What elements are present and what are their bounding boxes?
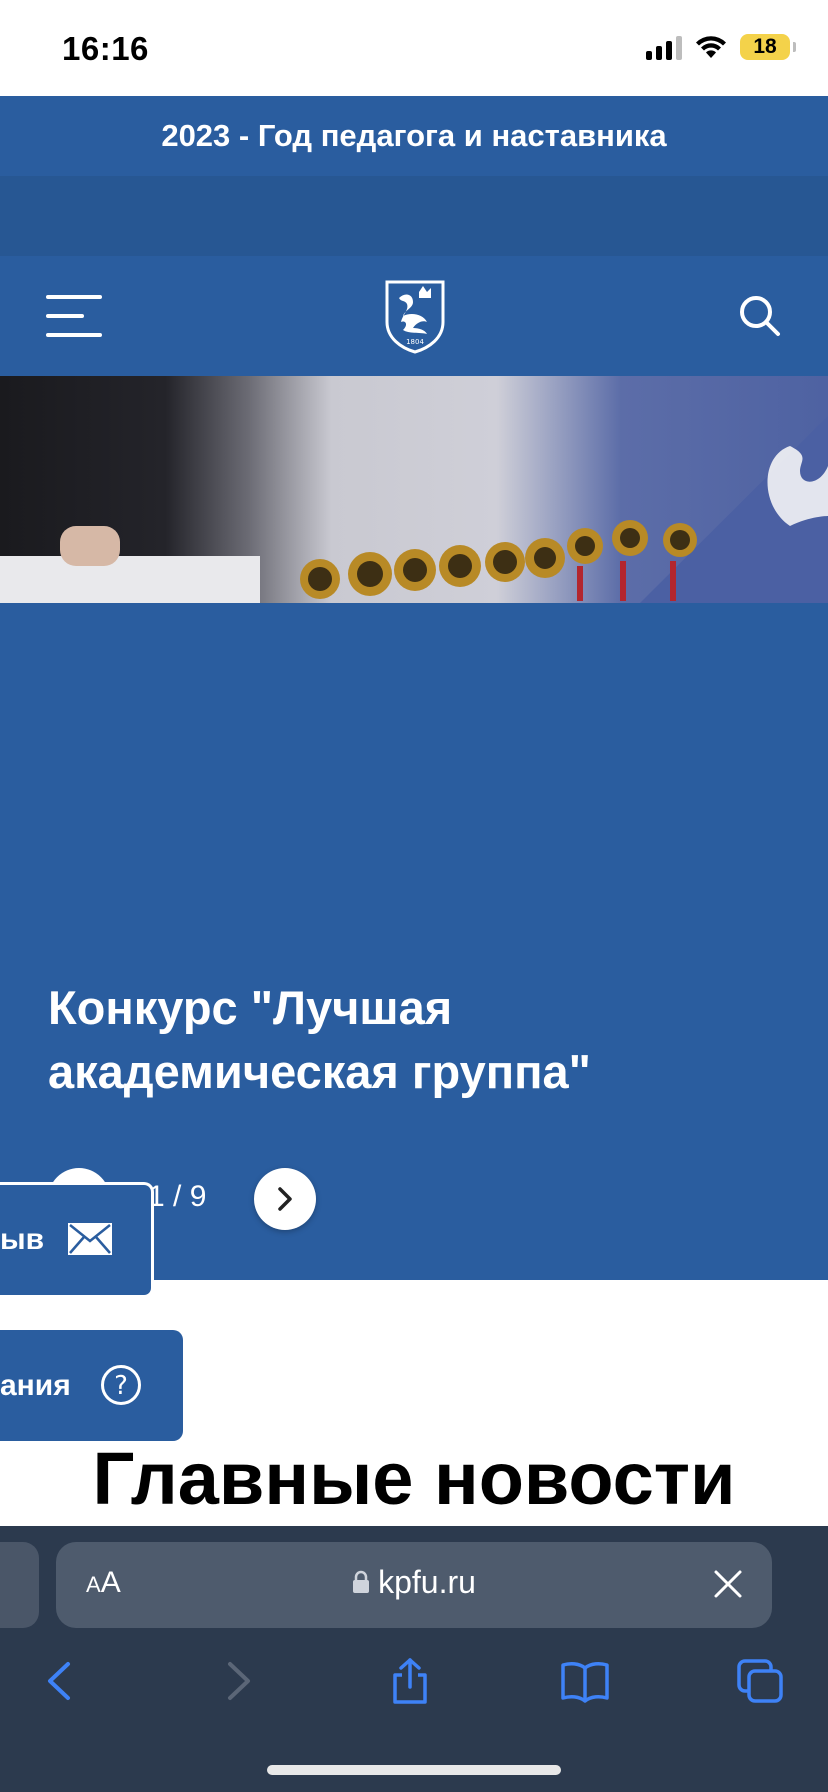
back-icon[interactable] [36, 1658, 86, 1704]
svg-text:?: ? [114, 1371, 128, 1401]
status-bar: 16:16 18 [0, 0, 828, 96]
site-header: 1804 [0, 256, 828, 376]
hero-panel [0, 603, 828, 1280]
close-icon[interactable] [712, 1568, 744, 1600]
wifi-icon [696, 36, 726, 58]
search-icon[interactable] [736, 292, 784, 340]
faq-tab[interactable]: ания ? [0, 1330, 183, 1441]
hamburger-menu-icon[interactable] [46, 295, 102, 337]
home-indicator [267, 1765, 561, 1775]
status-icons: 18 [646, 34, 796, 60]
feedback-tab-label: ыв [0, 1223, 45, 1256]
tabs-icon[interactable] [736, 1658, 786, 1704]
status-time: 16:16 [62, 30, 149, 67]
slide-counter: 1 / 9 [148, 1180, 207, 1213]
faq-tab-label: ания [0, 1368, 71, 1402]
url-text: kpfu.ru [378, 1564, 476, 1600]
sub-banner [0, 176, 828, 256]
question-circle-icon: ? [101, 1365, 141, 1405]
envelope-icon [68, 1223, 112, 1255]
bookmarks-icon[interactable] [560, 1658, 610, 1704]
section-heading: Главные новости [92, 1437, 736, 1520]
hero-title[interactable]: Конкурс "Лучшая академическая группа" [48, 976, 748, 1104]
kfu-logo[interactable]: 1804 [383, 278, 447, 354]
address-bar[interactable]: AA kpfu.ru [56, 1542, 772, 1628]
battery-level: 18 [753, 35, 777, 58]
feedback-tab[interactable]: ыв [0, 1182, 154, 1298]
previous-tab-preview[interactable] [0, 1542, 39, 1628]
logo-year: 1804 [406, 338, 424, 346]
chevron-right-icon[interactable] [254, 1168, 316, 1230]
lock-icon [353, 1570, 370, 1593]
cellular-signal-icon [646, 34, 682, 60]
url-display: kpfu.ru [56, 1564, 772, 1601]
year-banner[interactable]: 2023 - Год педагога и наставника [0, 96, 828, 176]
hero-image[interactable] [0, 376, 828, 603]
hero-photo [0, 416, 828, 603]
battery-icon: 18 [740, 34, 796, 60]
year-banner-text: 2023 - Год педагога и наставника [161, 118, 667, 153]
forward-icon[interactable] [212, 1658, 262, 1704]
share-icon[interactable] [385, 1658, 435, 1704]
